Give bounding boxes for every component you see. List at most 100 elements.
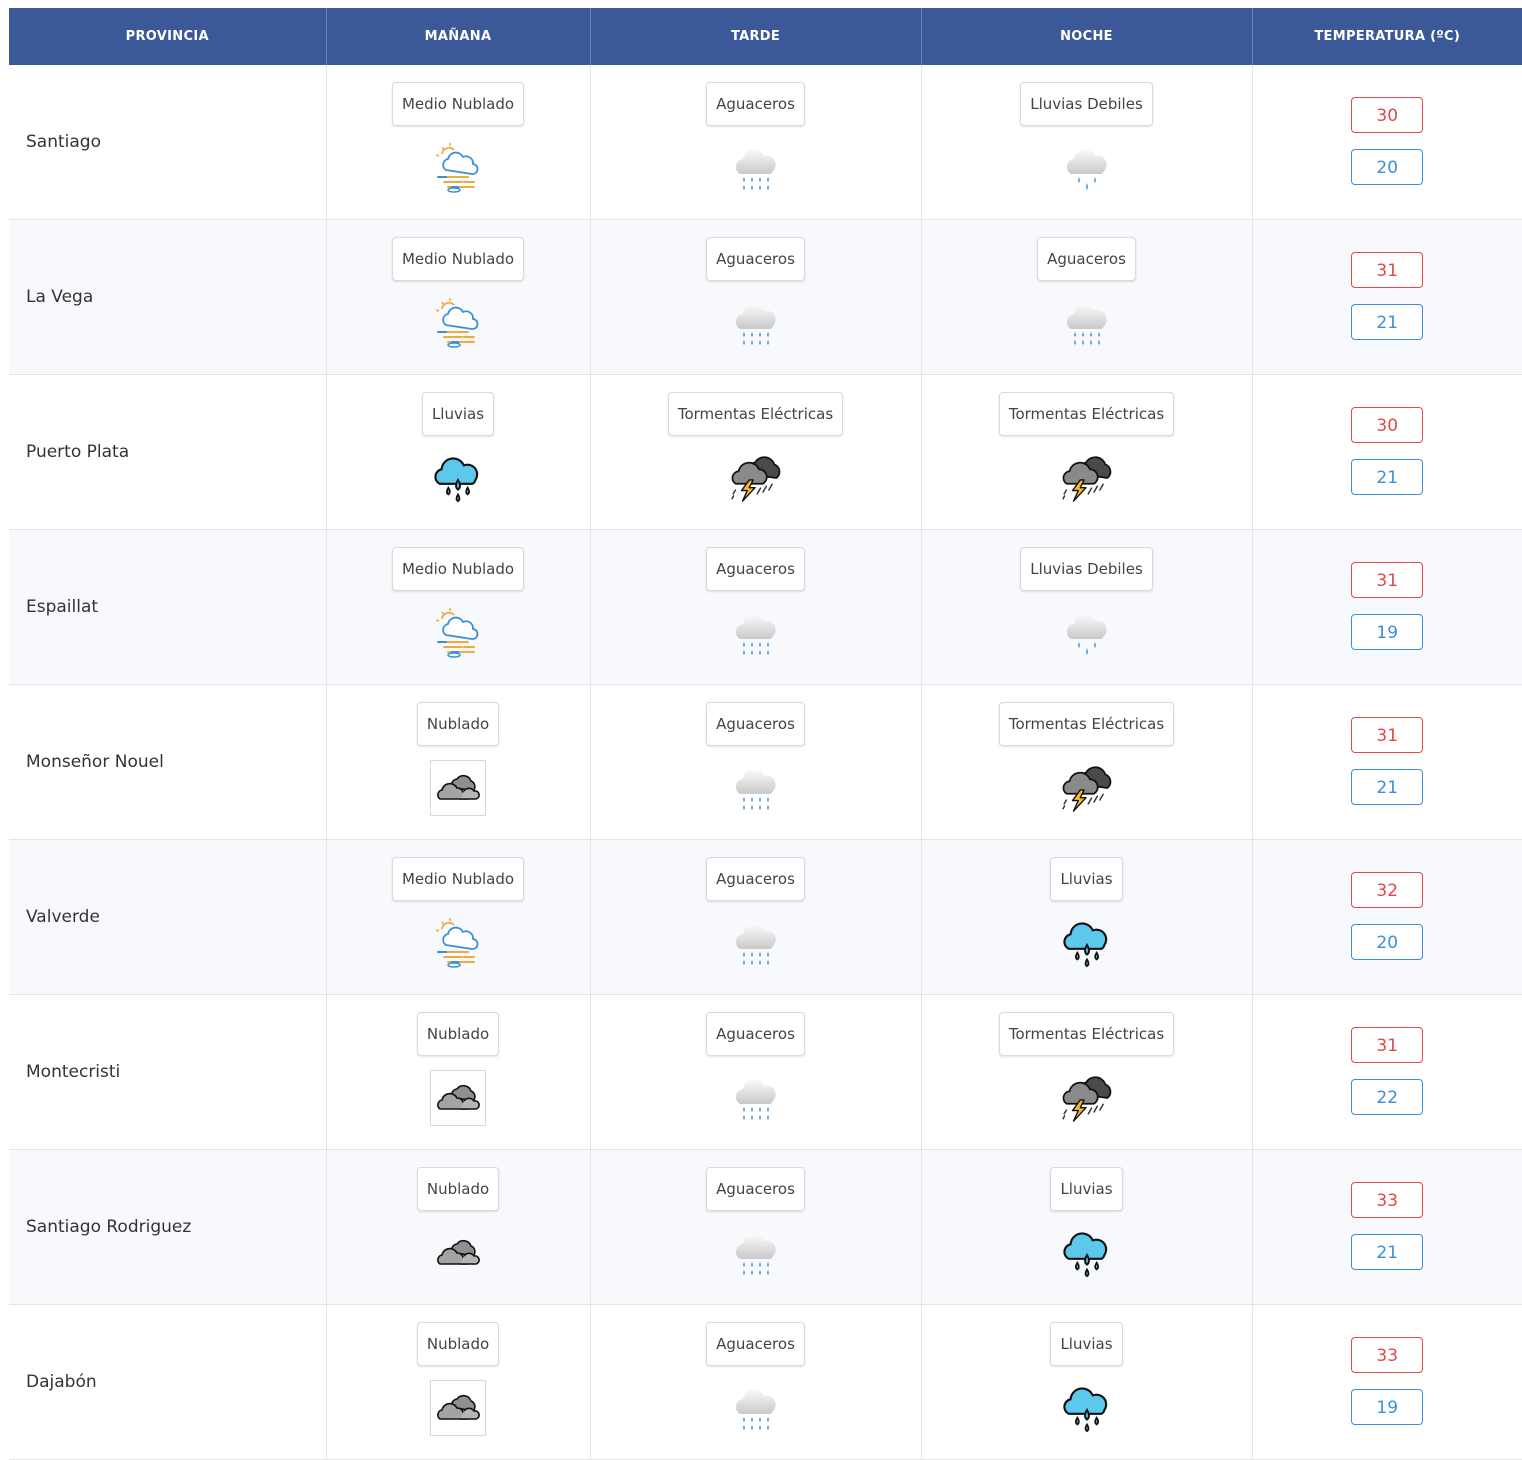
condition-label: Nublado [416, 1012, 500, 1056]
cell-temperatura: 31 21 [1252, 219, 1522, 375]
showers-icon [728, 140, 784, 196]
cell-tarde: Aguaceros [590, 1304, 922, 1460]
showers-icon [728, 295, 784, 351]
cell-tarde: Aguaceros [590, 219, 922, 375]
max-temp-badge: 30 [1351, 407, 1424, 443]
cell-noche: Tormentas Eléctricas [921, 994, 1253, 1150]
condition-label: Lluvias [1050, 857, 1123, 901]
min-temp-badge: 21 [1351, 304, 1424, 340]
table-row-dajabon: Dajabón Nublado Aguaceros Lluvias 33 19 [9, 1304, 1522, 1460]
province-name: Dajabón [9, 1304, 327, 1460]
condition-label: Aguaceros [706, 1322, 805, 1366]
cell-temperatura: 31 22 [1252, 994, 1522, 1150]
cell-noche: Aguaceros [921, 219, 1253, 375]
province-name: Valverde [9, 839, 327, 995]
header-noche: NOCHE [921, 8, 1253, 65]
max-temp-badge: 32 [1351, 872, 1424, 908]
cloudy-plain-icon [430, 1225, 486, 1281]
condition-label: Aguaceros [1037, 237, 1136, 281]
showers-icon [1059, 295, 1115, 351]
forecast-table: PROVINCIA MAÑANA TARDE NOCHE TEMPERATURA… [9, 8, 1522, 1460]
showers-icon [728, 605, 784, 661]
max-temp-badge: 33 [1351, 1337, 1424, 1373]
cloudy-icon [430, 1380, 486, 1436]
showers-icon [728, 1380, 784, 1436]
min-temp-badge: 21 [1351, 1234, 1424, 1270]
thunderstorm-icon [1059, 760, 1115, 816]
min-temp-badge: 22 [1351, 1079, 1424, 1115]
partly-cloudy-icon [430, 140, 486, 196]
cloudy-icon [430, 1070, 486, 1126]
condition-label: Tormentas Eléctricas [998, 392, 1175, 436]
cell-temperatura: 31 21 [1252, 684, 1522, 840]
cell-temperatura: 31 19 [1252, 529, 1522, 685]
max-temp-badge: 31 [1351, 717, 1424, 753]
cell-temperatura: 32 20 [1252, 839, 1522, 995]
cell-noche: Lluvias Debiles [921, 529, 1253, 685]
condition-label: Nublado [416, 702, 500, 746]
cell-manana: Medio Nublado [326, 65, 591, 220]
cell-noche: Tormentas Eléctricas [921, 374, 1253, 530]
cell-noche: Tormentas Eléctricas [921, 684, 1253, 840]
thunderstorm-icon [728, 450, 784, 506]
min-temp-badge: 20 [1351, 924, 1424, 960]
cell-manana: Medio Nublado [326, 219, 591, 375]
min-temp-badge: 21 [1351, 459, 1424, 495]
province-name: Puerto Plata [9, 374, 327, 530]
min-temp-badge: 21 [1351, 769, 1424, 805]
showers-icon [728, 1225, 784, 1281]
condition-label: Aguaceros [706, 82, 805, 126]
condition-label: Medio Nublado [391, 857, 525, 901]
cell-manana: Nublado [326, 684, 591, 840]
cell-temperatura: 33 19 [1252, 1304, 1522, 1460]
condition-label: Tormentas Eléctricas [667, 392, 844, 436]
cell-tarde: Aguaceros [590, 684, 922, 840]
condition-label: Lluvias [421, 392, 495, 436]
province-name: Santiago [9, 65, 327, 220]
cell-noche: Lluvias [921, 839, 1253, 995]
cell-tarde: Aguaceros [590, 839, 922, 995]
max-temp-badge: 31 [1351, 1027, 1424, 1063]
province-name: Espaillat [9, 529, 327, 685]
cell-tarde: Aguaceros [590, 529, 922, 685]
partly-cloudy-icon [430, 605, 486, 661]
cell-noche: Lluvias Debiles [921, 65, 1253, 220]
condition-label: Aguaceros [706, 857, 805, 901]
condition-label: Lluvias [1050, 1167, 1123, 1211]
light-rain-icon [1059, 605, 1115, 661]
cell-temperatura: 30 20 [1252, 65, 1522, 220]
condition-label: Aguaceros [706, 1012, 805, 1056]
header-manana: MAÑANA [326, 8, 591, 65]
condition-label: Nublado [416, 1322, 500, 1366]
condition-label: Tormentas Eléctricas [998, 1012, 1175, 1056]
cell-tarde: Aguaceros [590, 65, 922, 220]
partly-cloudy-icon [430, 295, 486, 351]
province-name: Santiago Rodriguez [9, 1149, 327, 1305]
header-row: PROVINCIA MAÑANA TARDE NOCHE TEMPERATURA… [9, 8, 1522, 65]
condition-label: Lluvias Debiles [1020, 82, 1153, 126]
thunderstorm-icon [1059, 450, 1115, 506]
rain-icon [1059, 1380, 1115, 1436]
table-row-monsenor-nouel: Monseñor Nouel Nublado Aguaceros Torment… [9, 684, 1522, 840]
table-row-puerto-plata: Puerto Plata Lluvias Tormentas Eléctrica… [9, 374, 1522, 530]
light-rain-icon [1059, 140, 1115, 196]
cell-tarde: Tormentas Eléctricas [590, 374, 922, 530]
cell-temperatura: 30 21 [1252, 374, 1522, 530]
condition-label: Medio Nublado [391, 237, 525, 281]
showers-icon [728, 1070, 784, 1126]
table-row-la-vega: La Vega Medio Nublado Aguaceros Aguacero… [9, 219, 1522, 375]
cell-manana: Nublado [326, 994, 591, 1150]
showers-icon [728, 760, 784, 816]
condition-label: Nublado [416, 1167, 500, 1211]
condition-label: Lluvias Debiles [1020, 547, 1153, 591]
thunderstorm-icon [1059, 1070, 1115, 1126]
cell-tarde: Aguaceros [590, 994, 922, 1150]
province-name: Montecristi [9, 994, 327, 1150]
partly-cloudy-icon [430, 915, 486, 971]
cell-temperatura: 33 21 [1252, 1149, 1522, 1305]
condition-label: Aguaceros [706, 547, 805, 591]
province-name: Monseñor Nouel [9, 684, 327, 840]
condition-label: Medio Nublado [391, 82, 525, 126]
max-temp-badge: 33 [1351, 1182, 1424, 1218]
showers-icon [728, 915, 784, 971]
